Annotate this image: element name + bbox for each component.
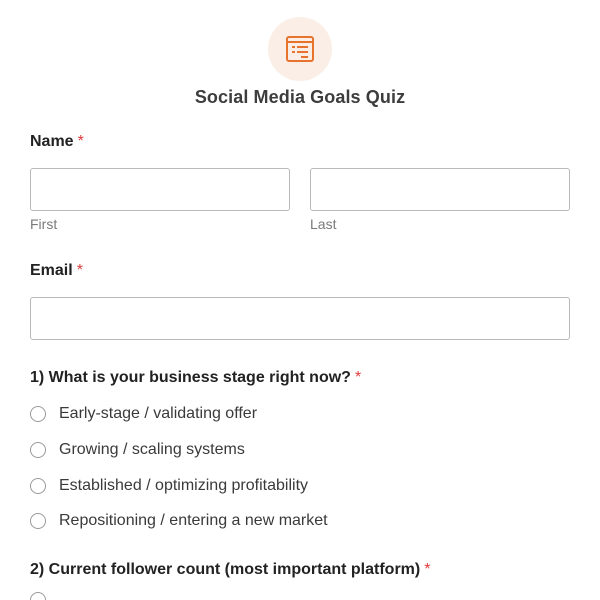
- question-1-option[interactable]: Growing / scaling systems: [30, 439, 245, 461]
- question-1-option[interactable]: Repositioning / entering a new market: [30, 510, 328, 532]
- radio-button[interactable]: [30, 478, 46, 494]
- required-asterisk: *: [424, 561, 431, 578]
- question-2-option[interactable]: [30, 589, 59, 600]
- question-1-option[interactable]: Early-stage / validating offer: [30, 403, 257, 425]
- last-name-sublabel: Last: [310, 216, 337, 232]
- radio-button[interactable]: [30, 592, 46, 600]
- form-title: Social Media Goals Quiz: [194, 87, 406, 107]
- question-2-text: 2) Current follower count (most importan…: [30, 561, 421, 578]
- required-asterisk: *: [76, 262, 83, 279]
- option-label: Early-stage / validating offer: [59, 405, 258, 422]
- question-1-option[interactable]: Established / optimizing profitability: [30, 475, 308, 497]
- question-2-label: 2) Current follower count (most importan…: [30, 561, 430, 579]
- last-name-input[interactable]: [310, 168, 570, 211]
- option-label: Repositioning / entering a new market: [59, 512, 328, 529]
- option-label: Established / optimizing profitability: [59, 477, 309, 494]
- radio-button[interactable]: [30, 442, 46, 458]
- name-label: Name *: [30, 133, 84, 151]
- first-name-input[interactable]: [30, 168, 290, 211]
- radio-button[interactable]: [30, 513, 46, 529]
- option-label: Growing / scaling systems: [59, 441, 245, 458]
- name-label-text: Name: [30, 133, 74, 150]
- email-label: Email *: [30, 262, 83, 280]
- form-list-icon: [286, 36, 314, 62]
- required-asterisk: *: [77, 133, 84, 150]
- question-1-label: 1) What is your business stage right now…: [30, 369, 361, 387]
- email-label-text: Email: [30, 262, 73, 279]
- email-input[interactable]: [30, 297, 570, 340]
- question-1-text: 1) What is your business stage right now…: [30, 369, 351, 386]
- required-asterisk: *: [354, 369, 362, 386]
- first-name-sublabel: First: [30, 216, 58, 232]
- quiz-form-page: Social Media Goals Quiz Name * First Last…: [0, 0, 600, 600]
- form-header-icon-circle: [268, 17, 332, 81]
- radio-button[interactable]: [30, 406, 46, 422]
